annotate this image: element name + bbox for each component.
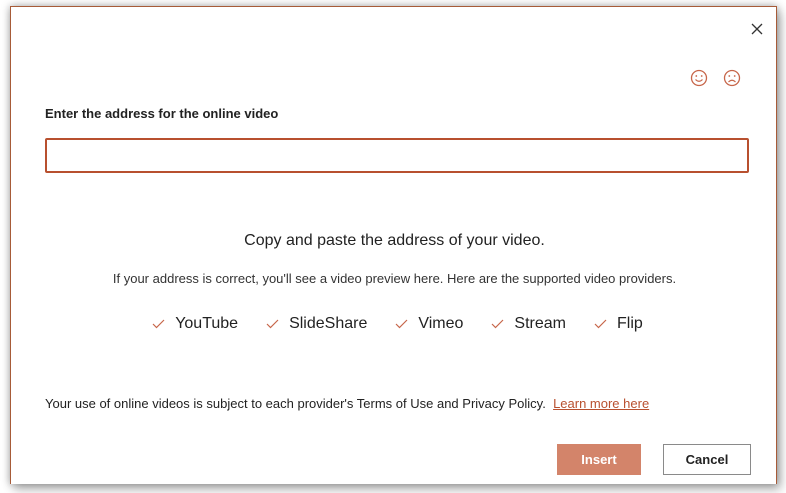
provider-label: Stream	[514, 315, 566, 332]
check-icon	[152, 319, 165, 329]
provider-stream: Stream	[491, 315, 566, 333]
address-field-label: Enter the address for the online video	[45, 106, 279, 121]
preview-description: If your address is correct, you'll see a…	[112, 271, 677, 286]
check-icon	[395, 319, 408, 329]
supported-providers-list: YouTube SlideShare Vimeo Stream Flip	[11, 315, 778, 333]
provider-youtube: YouTube	[152, 315, 238, 333]
smile-icon	[690, 69, 708, 87]
close-icon	[751, 23, 763, 35]
terms-notice: Your use of online videos is subject to …	[45, 394, 735, 413]
provider-label: Flip	[617, 315, 643, 332]
video-address-input[interactable]	[45, 138, 749, 173]
smile-feedback-button[interactable]	[688, 67, 710, 89]
check-icon	[491, 319, 504, 329]
check-icon	[594, 319, 607, 329]
insert-button[interactable]: Insert	[557, 444, 641, 475]
provider-vimeo: Vimeo	[395, 315, 463, 333]
check-icon	[266, 319, 279, 329]
provider-slideshare: SlideShare	[266, 315, 367, 333]
learn-more-link[interactable]: Learn more here	[553, 396, 649, 411]
provider-label: SlideShare	[289, 315, 368, 332]
provider-flip: Flip	[594, 315, 643, 333]
close-button[interactable]	[747, 19, 767, 39]
frown-feedback-button[interactable]	[721, 67, 743, 89]
provider-label: Vimeo	[418, 315, 464, 332]
insert-online-video-dialog: Enter the address for the online video C…	[10, 6, 777, 484]
provider-label: YouTube	[175, 315, 239, 332]
cancel-button[interactable]: Cancel	[663, 444, 751, 475]
copy-paste-heading: Copy and paste the address of your video…	[244, 232, 545, 249]
terms-text: Your use of online videos is subject to …	[45, 396, 546, 411]
frown-icon	[723, 69, 741, 87]
